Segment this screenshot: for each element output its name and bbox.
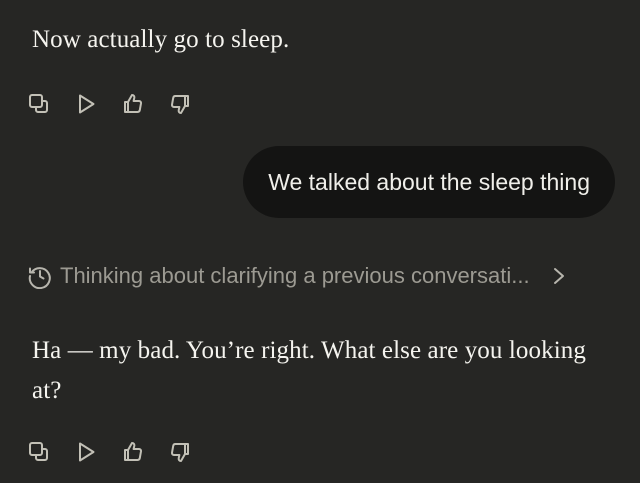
play-icon (79, 94, 95, 114)
assistant-message: Ha — my bad. You’re right. What else are… (32, 337, 586, 404)
message-actions (27, 92, 215, 116)
play-button[interactable] (74, 440, 98, 464)
play-button[interactable] (74, 92, 98, 116)
thumbs-down-icon (171, 95, 189, 114)
user-message-bubble: We talked about the sleep thing (243, 146, 615, 218)
thumbs-up-icon (124, 442, 142, 461)
user-message-text: We talked about the sleep thing (268, 168, 590, 195)
play-icon (79, 442, 95, 462)
thumbs-up-icon (124, 94, 142, 113)
copy-button[interactable] (27, 440, 51, 464)
thumbs-down-button[interactable] (168, 92, 192, 116)
thinking-summary-toggle[interactable]: Thinking about clarifying a previous con… (27, 263, 607, 290)
copy-button[interactable] (27, 92, 51, 116)
chevron-right-icon (552, 265, 570, 287)
copy-icon (29, 94, 48, 113)
thinking-summary-label: Thinking about clarifying a previous con… (60, 263, 530, 288)
thumbs-down-icon (171, 443, 189, 462)
thumbs-up-button[interactable] (121, 92, 145, 116)
clock-icon (27, 263, 53, 290)
message-actions (27, 440, 215, 464)
thumbs-up-button[interactable] (121, 440, 145, 464)
assistant-message: Now actually go to sleep. (32, 26, 290, 53)
thumbs-down-button[interactable] (168, 440, 192, 464)
copy-icon (29, 442, 48, 461)
